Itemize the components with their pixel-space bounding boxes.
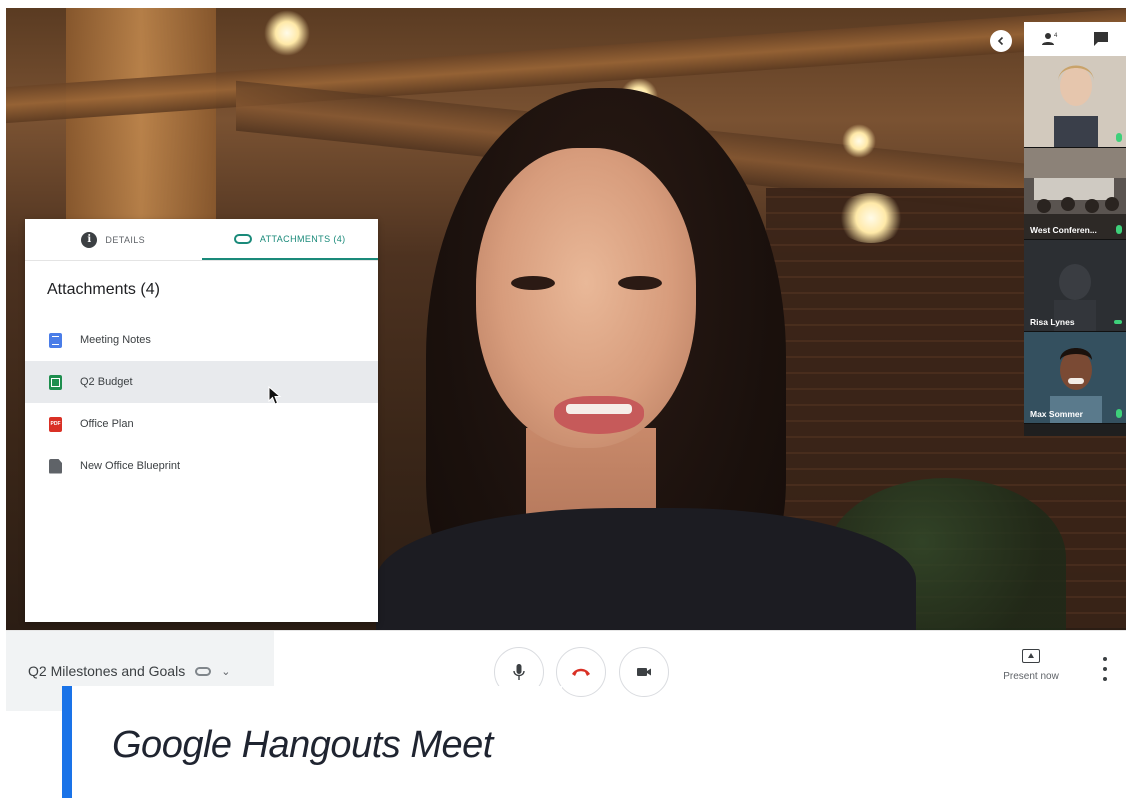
attachment-item[interactable]: Meeting Notes <box>25 319 378 361</box>
chevron-left-icon <box>997 36 1004 46</box>
panel-title: Attachments (4) <box>47 281 160 298</box>
people-icon[interactable]: 4 <box>1039 28 1061 50</box>
mic-active-icon <box>1116 133 1122 142</box>
speaker-teeth <box>566 404 632 414</box>
attachment-label: Office Plan <box>80 418 134 430</box>
present-now-button[interactable]: Present now <box>991 649 1071 682</box>
attachment-link-icon <box>233 233 252 244</box>
background-pillar <box>66 8 216 238</box>
tab-label: DETAILS <box>105 234 146 245</box>
speaker-sweater <box>376 508 916 630</box>
more-options-button[interactable] <box>1102 657 1108 681</box>
attachment-item[interactable]: PDF Office Plan <box>25 403 378 445</box>
collapse-rail-button[interactable] <box>990 30 1012 52</box>
attachment-label: Meeting Notes <box>80 334 151 346</box>
mic-active-icon <box>1116 225 1122 234</box>
hang-up-icon <box>572 668 590 676</box>
speaker-eye <box>511 276 555 290</box>
file-icon <box>49 458 62 474</box>
participant-name: Risa Lynes <box>1030 317 1075 327</box>
link-icon <box>195 666 212 676</box>
meeting-details-panel: i DETAILS ATTACHMENTS (4) Attachments (4… <box>25 219 378 622</box>
participant-tile[interactable]: Max Sommer <box>1024 332 1126 424</box>
tab-details[interactable]: i DETAILS <box>25 219 202 260</box>
rail-header: 4 <box>1024 22 1126 56</box>
ceiling-light <box>264 10 310 56</box>
mic-muted-icon <box>1114 320 1122 324</box>
sheet-icon <box>49 374 62 390</box>
participant-rail: 4 West Conferen... Risa Lynes Max Sommer <box>1024 22 1126 436</box>
attachment-item[interactable]: Q2 Budget <box>25 361 378 403</box>
more-vert-icon <box>1103 657 1107 661</box>
attachment-label: Q2 Budget <box>80 376 133 388</box>
tab-attachments[interactable]: ATTACHMENTS (4) <box>201 219 378 260</box>
meeting-title: Q2 Milestones and Goals <box>28 663 186 679</box>
chevron-down-icon: ⌄ <box>221 665 231 678</box>
participant-video <box>1024 56 1126 147</box>
video-camera-icon <box>637 668 651 676</box>
caption-card: Google Hangouts Meet <box>62 686 562 798</box>
doc-icon <box>49 332 62 348</box>
chat-icon[interactable] <box>1090 28 1112 50</box>
caption-title: Google Hangouts Meet <box>112 724 493 766</box>
panel-tabs: i DETAILS ATTACHMENTS (4) <box>25 219 378 261</box>
pdf-icon: PDF <box>49 416 62 432</box>
participant-tile[interactable]: West Conferen... <box>1024 148 1126 240</box>
tab-label: ATTACHMENTS (4) <box>259 233 346 244</box>
svg-text:4: 4 <box>1054 33 1058 39</box>
participant-name: West Conferen... <box>1030 225 1097 235</box>
present-label: Present now <box>1003 671 1059 682</box>
participant-tile[interactable]: Risa Lynes <box>1024 240 1126 332</box>
camera-button[interactable] <box>619 647 669 697</box>
speaker-eye <box>618 276 662 290</box>
present-screen-icon <box>1022 649 1040 663</box>
ceiling-light <box>842 124 876 158</box>
ceiling-light <box>836 193 906 243</box>
hang-up-button[interactable] <box>556 647 606 697</box>
info-icon: i <box>81 231 98 248</box>
participant-name: Max Sommer <box>1030 409 1083 419</box>
microphone-icon <box>513 664 525 680</box>
participant-tile[interactable] <box>1024 56 1126 148</box>
mic-active-icon <box>1116 409 1122 418</box>
speaker-mouth <box>554 396 644 434</box>
mouse-cursor-icon <box>268 386 282 405</box>
attachment-label: New Office Blueprint <box>80 460 181 472</box>
attachment-item[interactable]: New Office Blueprint <box>25 445 378 487</box>
